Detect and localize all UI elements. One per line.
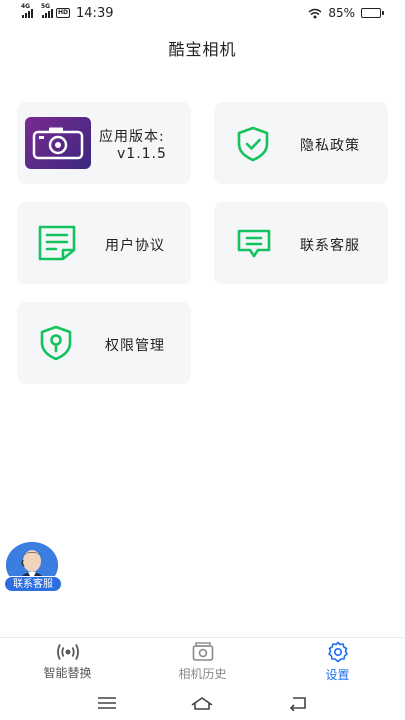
hd-icon: HD: [56, 8, 71, 18]
privacy-policy-label: 隐私政策: [300, 138, 360, 154]
version-value: v1.1.5: [117, 146, 167, 162]
permission-management-label: 权限管理: [105, 338, 165, 354]
contact-service-card[interactable]: 联系客服: [214, 202, 388, 284]
signal-icon-2: 5G: [41, 3, 53, 18]
photo-history-icon: [192, 641, 213, 661]
tab-smart-replace[interactable]: 智能替换: [0, 638, 135, 685]
user-agreement-card[interactable]: 用户协议: [17, 202, 191, 284]
app-version-card[interactable]: 应用版本: v1.1.5: [17, 102, 191, 184]
tab-settings-label: 设置: [325, 667, 350, 682]
tab-camera-history-label: 相机历史: [178, 666, 227, 681]
settings-gear-icon: [327, 641, 348, 662]
bottom-tab-bar: 智能替换 相机历史 设置: [0, 637, 405, 685]
app-logo-icon: [25, 117, 91, 169]
broadcast-icon: [56, 643, 79, 660]
wifi-icon: [308, 8, 322, 18]
battery-icon: [361, 8, 384, 18]
document-icon: [38, 225, 76, 261]
message-icon: [237, 229, 271, 258]
floating-customer-service-button[interactable]: 联系客服: [4, 542, 62, 594]
tab-smart-replace-label: 智能替换: [43, 665, 92, 680]
signal-icon-1: 4G: [21, 3, 33, 18]
contact-service-label: 联系客服: [300, 238, 360, 254]
menu-icon[interactable]: [96, 696, 118, 710]
shield-key-icon: [40, 325, 72, 361]
permission-management-card[interactable]: 权限管理: [17, 302, 191, 384]
user-agreement-label: 用户协议: [105, 238, 165, 254]
floating-customer-service-label: 联系客服: [4, 576, 62, 592]
system-nav-bar: [0, 685, 405, 720]
page-title: 酷宝相机: [168, 40, 237, 59]
shield-check-icon: [237, 126, 269, 162]
home-icon[interactable]: [190, 695, 214, 711]
back-icon[interactable]: [287, 695, 309, 711]
battery-percent: 85%: [328, 6, 355, 20]
tab-settings[interactable]: 设置: [270, 638, 405, 685]
clock: 14:39: [76, 5, 114, 21]
version-label: 应用版本:: [99, 129, 165, 145]
status-bar: 4G 5G HD 14:39 85%: [0, 0, 405, 26]
tab-camera-history[interactable]: 相机历史: [135, 638, 270, 685]
privacy-policy-card[interactable]: 隐私政策: [214, 102, 388, 184]
